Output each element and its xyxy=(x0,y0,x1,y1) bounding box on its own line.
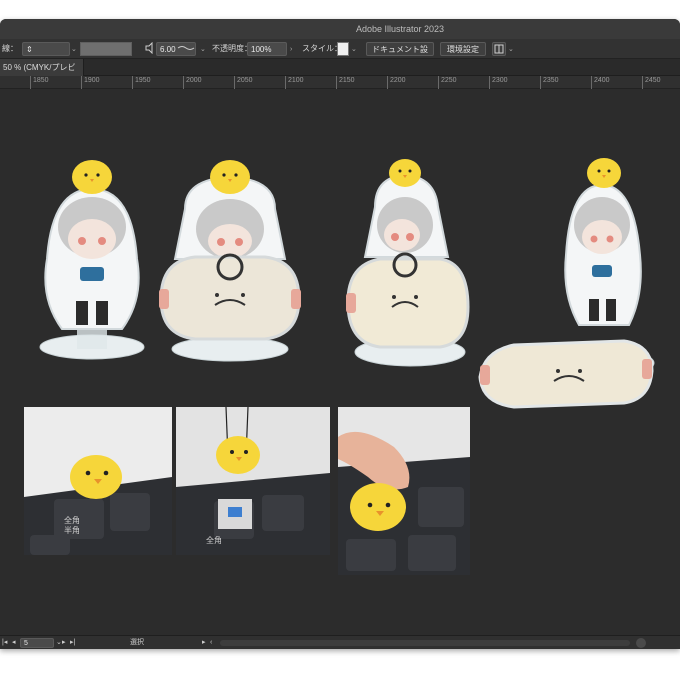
stroke-weight-stepper[interactable]: ⇕ xyxy=(22,42,70,56)
chevron-down-icon[interactable]: ⌄ xyxy=(351,42,357,56)
speaker-icon xyxy=(145,41,155,56)
scroll-thumb[interactable] xyxy=(636,638,646,648)
status-bar: |◂ ◂ 5 ⌄ ▸ ▸| 選択 ▸ ‹ xyxy=(0,635,680,649)
chevron-right-icon[interactable]: › xyxy=(290,42,292,56)
keycap-label: 半角 xyxy=(64,526,80,535)
horizontal-ruler[interactable]: 1850 1900 1950 2000 2050 2100 2150 2200 … xyxy=(0,76,680,89)
finger-press-image xyxy=(338,407,470,575)
preferences-button[interactable]: 環境設定 xyxy=(440,42,486,56)
ruler-tick: 1900 xyxy=(81,76,100,89)
ruler-tick: 2250 xyxy=(438,76,457,89)
previous-artboard-icon[interactable]: ◂ xyxy=(12,638,16,648)
photo-finger-press xyxy=(338,407,470,575)
photo-keycap-removed: 全角 xyxy=(176,407,330,555)
stroke-color-swatch[interactable] xyxy=(80,42,132,56)
current-tool-label: 選択 xyxy=(130,639,144,646)
ruler-tick: 2050 xyxy=(234,76,253,89)
tool-menu-arrow-icon[interactable]: ▸ xyxy=(202,638,206,648)
document-settings-button[interactable]: ドキュメント設定 xyxy=(366,42,434,68)
ruler-tick: 1850 xyxy=(30,76,49,89)
window-title: Adobe Illustrator 2023 xyxy=(355,24,445,34)
document-tab[interactable]: 50 % (CMYK/プレビュー) xyxy=(0,59,84,89)
title-bar: Adobe Illustrator 2023 xyxy=(0,19,680,39)
last-artboard-icon[interactable]: ▸| xyxy=(70,638,75,648)
control-bar: 線： ⇕ ⌄ 6.00 ⌄ 不透明度： 100% › スタイル： ⌄ ドキュメン… xyxy=(0,39,680,68)
acrylic-stand-front xyxy=(39,160,145,360)
stroke-label: 線： xyxy=(2,44,18,53)
acrylic-stand-stacked xyxy=(478,158,655,409)
keyboard-switch-image xyxy=(176,407,330,555)
acrylic-stand-car xyxy=(159,160,301,362)
horizontal-scrollbar[interactable] xyxy=(220,640,630,646)
ruler-tick: 2200 xyxy=(387,76,406,89)
ruler-tick: 2450 xyxy=(642,76,661,89)
illustrator-window: Adobe Illustrator 2023 線： ⇕ ⌄ 6.00 ⌄ 不透明… xyxy=(0,19,680,649)
scroll-left-icon[interactable]: ‹ xyxy=(210,638,212,648)
acrylic-stand-car-angle xyxy=(346,159,470,367)
stepper-arrows-icon: ⇕ xyxy=(26,45,33,54)
arrange-documents-icon[interactable] xyxy=(492,42,506,56)
chevron-down-icon[interactable]: ⌄ xyxy=(71,42,77,56)
ruler-tick: 2350 xyxy=(540,76,559,89)
next-artboard-icon[interactable]: ▸ xyxy=(62,638,66,648)
style-swatch[interactable] xyxy=(337,42,349,56)
opacity-input[interactable]: 100% xyxy=(247,42,287,56)
photo-keycap-chick: 全角 半角 xyxy=(24,407,172,555)
first-artboard-icon[interactable]: |◂ xyxy=(2,638,7,648)
ruler-tick: 2150 xyxy=(336,76,355,89)
artboard-number-input[interactable]: 5 xyxy=(20,638,54,648)
keyboard-image xyxy=(24,407,172,555)
opacity-label: 不透明度： xyxy=(212,44,252,53)
ruler-tick: 2100 xyxy=(285,76,304,89)
document-tab-bar: 50 % (CMYK/プレビュー) xyxy=(0,59,680,89)
ruler-tick: 2400 xyxy=(591,76,610,89)
artboard-canvas[interactable]: 全角 半角 全角 xyxy=(0,89,680,635)
keycap-label: 全角 xyxy=(206,536,222,545)
style-label: スタイル： xyxy=(302,44,342,53)
ruler-tick: 1950 xyxy=(132,76,151,89)
chevron-down-icon[interactable]: ⌄ xyxy=(56,638,62,648)
brush-profile-icon[interactable] xyxy=(177,42,197,56)
chevron-down-icon[interactable]: ⌄ xyxy=(508,42,514,56)
ruler-tick: 2300 xyxy=(489,76,508,89)
ruler-tick: 2000 xyxy=(183,76,202,89)
chevron-down-icon[interactable]: ⌄ xyxy=(200,42,206,56)
